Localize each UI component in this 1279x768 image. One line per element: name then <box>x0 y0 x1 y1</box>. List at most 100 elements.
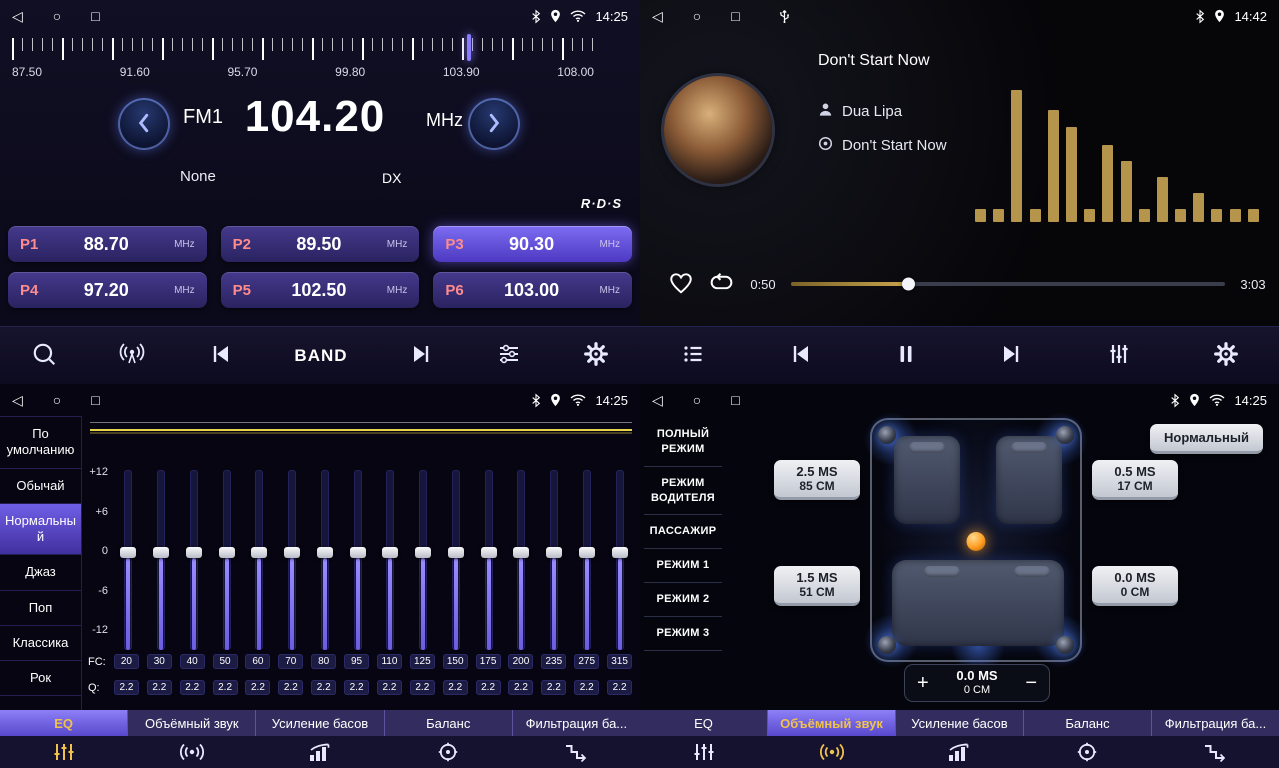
pause-button[interactable] <box>894 342 918 369</box>
eq-sliders-icon[interactable] <box>0 742 128 762</box>
delay-increase-button[interactable]: + <box>917 673 929 693</box>
tab-bass-boost[interactable]: Усиление басов <box>256 710 384 736</box>
eq-band-slider[interactable] <box>577 470 597 650</box>
band-button[interactable]: BAND <box>294 346 347 366</box>
tab-balance[interactable]: Баланс <box>385 710 513 736</box>
sound-preset-button[interactable]: Нормальный <box>1150 424 1263 454</box>
eq-band-slider[interactable] <box>249 470 269 650</box>
home-icon[interactable]: ○ <box>693 392 701 408</box>
tab-bass-boost[interactable]: Усиление басов <box>896 710 1024 736</box>
eq-preset-item[interactable]: Обычай <box>0 469 81 504</box>
frequency-scale[interactable]: 87.5091.6095.7099.80103.90108.00 <box>0 34 640 86</box>
eq-slider-knob[interactable] <box>153 547 169 558</box>
eq-slider-knob[interactable] <box>481 547 497 558</box>
eq-slider-knob[interactable] <box>382 547 398 558</box>
eq-slider-knob[interactable] <box>186 547 202 558</box>
mode-item[interactable]: РЕЖИМ 3 <box>644 617 722 651</box>
eq-preset-item[interactable]: Рок <box>0 661 81 696</box>
eq-slider-knob[interactable] <box>284 547 300 558</box>
scan-button[interactable] <box>31 341 57 370</box>
tab-filter[interactable]: Фильтрация ба... <box>1152 710 1279 736</box>
broadcast-button[interactable] <box>118 341 146 370</box>
eq-band-slider[interactable] <box>446 470 466 650</box>
front-right-delay[interactable]: 0.5 MS 17 CM <box>1092 460 1178 500</box>
back-icon[interactable]: ◁ <box>12 392 23 409</box>
surround-icon[interactable] <box>128 742 256 762</box>
back-icon[interactable]: ◁ <box>652 8 663 25</box>
tab-filter[interactable]: Фильтрация ба... <box>513 710 640 736</box>
eq-preset-item[interactable]: По умолчанию <box>0 417 81 469</box>
eq-preset-item[interactable]: Джаз <box>0 555 81 590</box>
eq-slider-knob[interactable] <box>251 547 267 558</box>
surround-icon[interactable] <box>768 742 896 762</box>
settings-button[interactable] <box>1213 341 1239 370</box>
favorite-button[interactable] <box>668 271 694 298</box>
eq-slider-knob[interactable] <box>317 547 333 558</box>
back-icon[interactable]: ◁ <box>652 392 663 409</box>
tuning-indicator[interactable] <box>467 34 471 61</box>
recents-icon[interactable]: □ <box>91 8 99 24</box>
sound-position-handle[interactable] <box>967 532 986 551</box>
eq-slider-knob[interactable] <box>448 547 464 558</box>
recents-icon[interactable]: □ <box>731 8 739 24</box>
recents-icon[interactable]: □ <box>91 392 99 408</box>
repeat-button[interactable] <box>708 271 735 298</box>
front-left-delay[interactable]: 2.5 MS 85 CM <box>774 460 860 500</box>
next-track-button[interactable] <box>999 342 1025 369</box>
eq-band-slider[interactable] <box>479 470 499 650</box>
preset-button[interactable]: P1 88.70 MHz <box>8 226 207 262</box>
mode-item[interactable]: РЕЖИМ 1 <box>644 549 722 583</box>
eq-preset-item[interactable]: Поп <box>0 591 81 626</box>
preset-button[interactable]: P2 89.50 MHz <box>221 226 420 262</box>
home-icon[interactable]: ○ <box>693 8 701 24</box>
eq-slider-knob[interactable] <box>415 547 431 558</box>
bass-boost-icon[interactable] <box>896 742 1024 762</box>
preset-button[interactable]: P6 103.00 MHz <box>433 272 632 308</box>
eq-band-slider[interactable] <box>151 470 171 650</box>
previous-station-button[interactable] <box>207 342 233 369</box>
eq-slider-knob[interactable] <box>120 547 136 558</box>
seek-knob[interactable] <box>902 278 915 291</box>
eq-band-slider[interactable] <box>282 470 302 650</box>
mode-item[interactable]: РЕЖИМ ВОДИТЕЛЯ <box>644 467 722 516</box>
eq-band-slider[interactable] <box>413 470 433 650</box>
balance-icon[interactable] <box>384 742 512 762</box>
filter-icon[interactable] <box>1151 742 1279 762</box>
tab-eq[interactable]: EQ <box>640 710 768 736</box>
eq-band-slider[interactable] <box>315 470 335 650</box>
mixer-button[interactable] <box>1106 342 1132 369</box>
eq-slider-knob[interactable] <box>546 547 562 558</box>
eq-slider-knob[interactable] <box>350 547 366 558</box>
home-icon[interactable]: ○ <box>53 392 61 408</box>
next-station-button[interactable] <box>409 342 435 369</box>
settings-button[interactable] <box>583 341 609 370</box>
eq-slider-knob[interactable] <box>612 547 628 558</box>
eq-slider-knob[interactable] <box>513 547 529 558</box>
tab-surround[interactable]: Объёмный звук <box>128 710 256 736</box>
previous-track-button[interactable] <box>787 342 813 369</box>
preset-button[interactable]: P5 102.50 MHz <box>221 272 420 308</box>
seek-bar[interactable] <box>791 282 1225 286</box>
playlist-button[interactable] <box>680 342 706 369</box>
tab-surround[interactable]: Объёмный звук <box>768 710 896 736</box>
audio-settings-button[interactable] <box>496 342 522 369</box>
recents-icon[interactable]: □ <box>731 392 739 408</box>
delay-decrease-button[interactable]: − <box>1025 673 1037 693</box>
tab-balance[interactable]: Баланс <box>1024 710 1152 736</box>
eq-sliders-icon[interactable] <box>640 742 768 762</box>
tab-eq[interactable]: EQ <box>0 710 128 736</box>
balance-icon[interactable] <box>1023 742 1151 762</box>
back-icon[interactable]: ◁ <box>12 8 23 25</box>
eq-band-slider[interactable] <box>380 470 400 650</box>
eq-band-slider[interactable] <box>511 470 531 650</box>
eq-band-slider[interactable] <box>217 470 237 650</box>
mode-item[interactable]: ПОЛНЫЙ РЕЖИМ <box>644 418 722 467</box>
home-icon[interactable]: ○ <box>53 8 61 24</box>
rear-left-delay[interactable]: 1.5 MS 51 CM <box>774 566 860 606</box>
preset-button[interactable]: P4 97.20 MHz <box>8 272 207 308</box>
tune-down-button[interactable] <box>118 98 170 150</box>
eq-slider-knob[interactable] <box>219 547 235 558</box>
eq-preset-item[interactable]: Нормальный <box>0 504 81 556</box>
eq-preset-item[interactable]: Классика <box>0 626 81 661</box>
eq-band-slider[interactable] <box>544 470 564 650</box>
